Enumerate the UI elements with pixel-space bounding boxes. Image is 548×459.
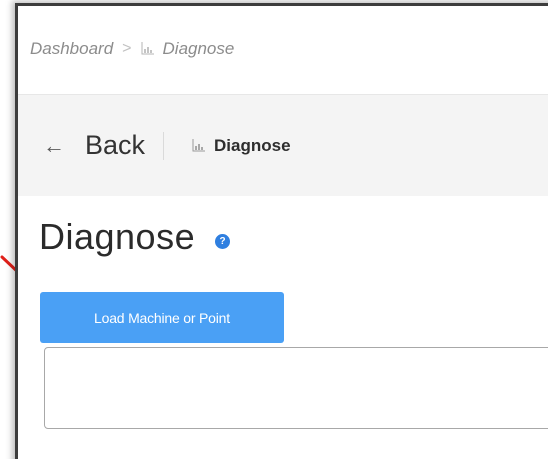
chart-icon [141,42,155,55]
help-icon[interactable]: ? [215,233,231,249]
screenshot-stage: Dashboard > Diagnose ← Back Diagnose Dia… [0,0,548,459]
page-title: Diagnose [39,216,196,257]
page-header: Diagnose ? [39,216,231,258]
toolbar-title-label: Diagnose [214,135,291,155]
back-button[interactable]: ← Back [43,130,145,161]
results-panel [44,347,548,429]
toolbar: ← Back Diagnose [18,94,548,196]
load-machine-or-point-button[interactable]: Load Machine or Point [40,292,284,343]
arrow-left-icon: ← [43,132,65,158]
breadcrumb-current: Diagnose [162,38,235,58]
breadcrumb-root[interactable]: Dashboard [30,39,113,59]
toolbar-divider [163,131,165,160]
chart-icon [192,139,206,152]
breadcrumb: Dashboard > Diagnose [18,6,548,91]
app-window: Dashboard > Diagnose ← Back Diagnose Dia… [15,3,548,459]
back-label: Back [85,130,146,160]
breadcrumb-separator: > [122,39,132,57]
toolbar-title: Diagnose [192,136,291,156]
